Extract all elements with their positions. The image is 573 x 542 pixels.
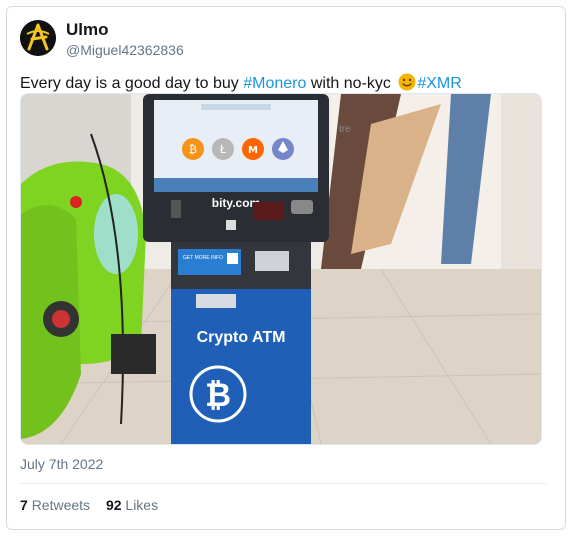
avatar[interactable] <box>20 20 56 56</box>
cash-slot <box>196 294 236 308</box>
likes-stat[interactable]: 92 Likes <box>106 497 158 513</box>
tweet-photo[interactable]: tre ₿ Ł M bity.com GET MORE INFO Crypto … <box>20 93 542 445</box>
litecoin-symbol: Ł <box>219 143 227 156</box>
scooter-base <box>111 334 156 374</box>
author-name[interactable]: Ulmo <box>66 20 109 40</box>
hashtag-monero-link[interactable]: #Monero <box>243 75 306 92</box>
qr-code <box>227 253 238 264</box>
atm-photo-illustration: tre ₿ Ł M bity.com GET MORE INFO Crypto … <box>21 94 541 444</box>
bill-slot <box>255 251 289 271</box>
screen-flags <box>201 104 271 110</box>
anarchy-logo-icon <box>20 20 56 56</box>
card-slot <box>171 200 181 218</box>
divider <box>20 483 547 484</box>
likes-label: Likes <box>125 497 159 513</box>
hashtag-xmr-link[interactable]: #XMR <box>417 75 461 92</box>
monero-symbol: M <box>248 145 258 156</box>
retweets-label: Retweets <box>31 497 91 513</box>
likes-count: 92 <box>105 497 122 513</box>
screen-footer <box>154 178 318 192</box>
scooter-rim <box>52 310 70 328</box>
qr-reader <box>226 220 236 230</box>
atm-blue-panel <box>171 289 311 444</box>
tweet-text-part: Every day is a good day to buy <box>20 75 244 92</box>
author-handle[interactable]: @Miguel42362836 <box>66 42 184 58</box>
bitcoin-symbol: ₿ <box>189 143 197 156</box>
atm-brand-text: bity.com <box>212 196 260 210</box>
retweets-stat[interactable]: 7 Retweets <box>20 497 90 513</box>
camera <box>291 200 313 214</box>
retweets-count: 7 <box>20 497 28 513</box>
tweet-text-part: with no-kyc <box>306 75 396 92</box>
poster-right <box>501 94 541 269</box>
tweet-text: Every day is a good day to buy #Monero w… <box>20 73 462 94</box>
store-sign-text: tre <box>339 124 351 135</box>
tweet-date[interactable]: July 7th 2022 <box>20 456 103 472</box>
tweet-stats: 7 Retweets 92 Likes <box>20 497 170 513</box>
bitcoin-logo-icon: ₿ <box>205 376 231 414</box>
red-display <box>254 202 284 220</box>
crypto-atm-label: Crypto ATM <box>197 329 286 346</box>
more-info-text: GET MORE INFO <box>183 255 223 261</box>
scooter-light <box>70 196 82 208</box>
smiling-face-emoji-icon <box>398 73 416 91</box>
